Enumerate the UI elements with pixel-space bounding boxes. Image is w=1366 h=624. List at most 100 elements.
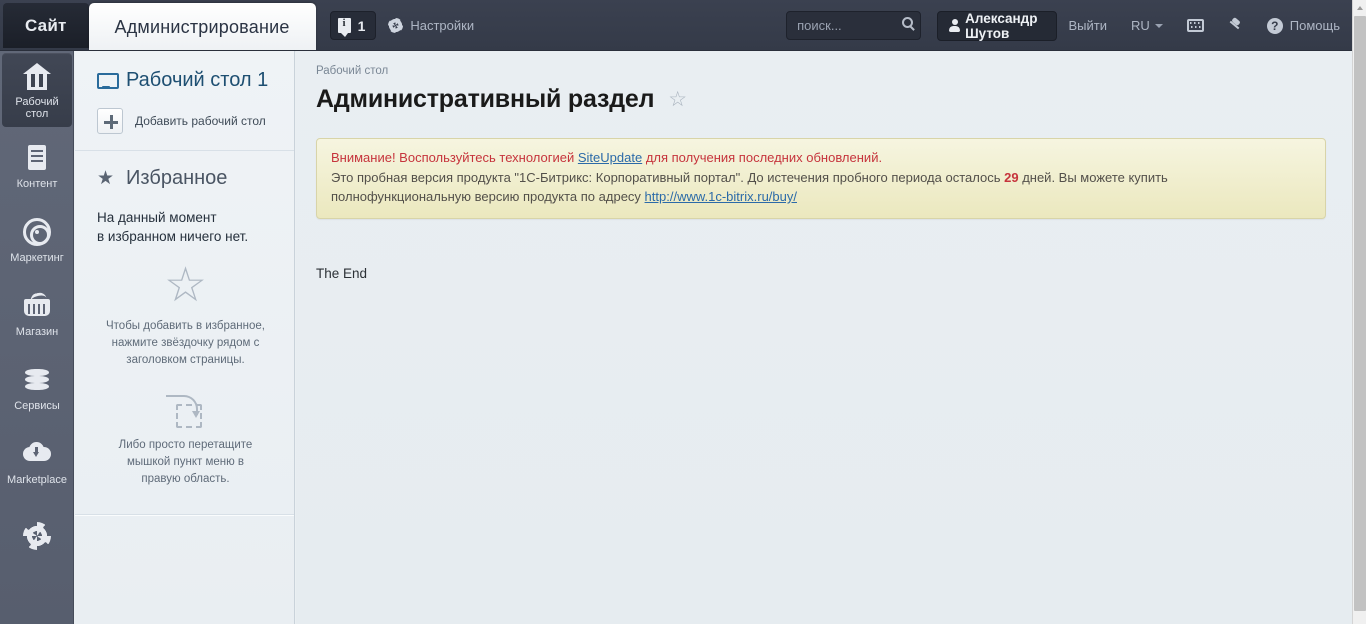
sidebar-item-desktop[interactable]: Рабочий стол bbox=[2, 53, 72, 127]
sidebar-item-services[interactable]: Сервисы bbox=[0, 351, 74, 425]
language-selector[interactable]: RU bbox=[1119, 0, 1175, 51]
help-button[interactable]: ? Помощь bbox=[1255, 0, 1352, 51]
sidebar-item-marketplace[interactable]: Marketplace bbox=[0, 425, 74, 499]
desktop-label-line1: Рабочий bbox=[15, 95, 59, 108]
info-note-icon bbox=[337, 17, 351, 37]
logout-label: Выйти bbox=[1068, 18, 1108, 33]
favorites-panel: Рабочий стол 1 Добавить рабочий стол ★ И… bbox=[75, 51, 295, 624]
sidebar-item-services-label: Сервисы bbox=[14, 399, 60, 412]
left-icon-rail: Рабочий стол Контент Маркетинг Магазин С… bbox=[0, 51, 74, 624]
notice-line1-post: для получения последних обновлений. bbox=[642, 150, 883, 165]
favorites-title-row: ★ Избранное bbox=[97, 167, 274, 190]
scroll-up-arrow[interactable] bbox=[1353, 0, 1366, 16]
desktop-title-row[interactable]: Рабочий стол 1 bbox=[97, 69, 274, 92]
tab-site-label: Сайт bbox=[25, 15, 67, 35]
favorites-title-label: Избранное bbox=[126, 167, 228, 189]
search-box[interactable] bbox=[786, 11, 922, 40]
search-input[interactable] bbox=[786, 11, 922, 40]
tab-site[interactable]: Сайт bbox=[3, 3, 89, 48]
topbar-actions: 1 Настройки bbox=[316, 0, 487, 51]
notification-count: 1 bbox=[357, 17, 366, 34]
tab-administration-label: Администрирование bbox=[114, 16, 290, 37]
search-icon[interactable] bbox=[902, 17, 914, 28]
sidebar-item-marketplace-label: Marketplace bbox=[7, 473, 67, 486]
download-arrow-icon bbox=[33, 446, 40, 459]
sidebar-item-shop[interactable]: Магазин bbox=[0, 277, 74, 351]
add-desktop-button[interactable]: Добавить рабочий стол bbox=[97, 108, 274, 134]
drag-drop-icon bbox=[165, 395, 206, 429]
plus-icon[interactable] bbox=[97, 108, 123, 134]
hint-star-line3: заголовком страницы. bbox=[126, 354, 245, 366]
sidebar-item-desktop-label: Рабочий стол bbox=[15, 96, 58, 120]
siteupdate-link[interactable]: SiteUpdate bbox=[578, 150, 642, 165]
desktop-title-label: Рабочий стол 1 bbox=[126, 69, 269, 91]
pin-button[interactable] bbox=[1216, 0, 1255, 51]
home-icon bbox=[21, 61, 53, 91]
vertical-scrollbar[interactable] bbox=[1352, 0, 1366, 624]
cloud-download-icon bbox=[21, 439, 53, 469]
keyboard-button[interactable] bbox=[1175, 0, 1216, 51]
language-label: RU bbox=[1131, 18, 1150, 33]
sidebar-item-content[interactable]: Контент bbox=[0, 129, 74, 203]
favorites-hint-drag: Либо просто перетащите мышкой пункт меню… bbox=[97, 437, 274, 488]
breadcrumb[interactable]: Рабочий стол bbox=[316, 65, 1326, 77]
tab-administration[interactable]: Администрирование bbox=[88, 3, 316, 51]
chevron-down-icon bbox=[1154, 23, 1163, 28]
help-icon: ? bbox=[1266, 17, 1283, 34]
layer-1 bbox=[25, 368, 49, 376]
sidebar-item-content-label: Контент bbox=[16, 177, 58, 190]
favorites-hint-star: Чтобы добавить в избранное, нажмите звёз… bbox=[97, 318, 274, 369]
hint-drag-line2: мышкой пункт меню в bbox=[126, 456, 245, 468]
favorites-empty-line1: На данный момент bbox=[97, 210, 217, 225]
monitor-icon bbox=[97, 72, 119, 89]
trial-days-left: 29 bbox=[1004, 169, 1019, 185]
layer-3 bbox=[25, 382, 49, 390]
hint-star-line1: Чтобы добавить в избранное, bbox=[106, 320, 265, 332]
hint-star-line2: нажмите звёздочку рядом с bbox=[111, 337, 260, 349]
gear-icon bbox=[388, 18, 404, 33]
notice-line-2: Это пробная версия продукта "1С-Битрикс:… bbox=[331, 168, 1311, 188]
desktop-label-line2: стол bbox=[25, 107, 49, 120]
drop-target-box bbox=[175, 404, 202, 428]
buy-link[interactable]: http://www.1c-bitrix.ru/buy/ bbox=[645, 189, 797, 204]
large-star-icon: ☆ bbox=[163, 259, 208, 312]
main-content: Рабочий стол Административный раздел ☆ В… bbox=[296, 51, 1352, 624]
person-icon bbox=[949, 19, 961, 32]
sidebar-item-marketing-label: Маркетинг bbox=[10, 251, 64, 264]
top-bar: Сайт Администрирование 1 Настройки Алекс… bbox=[0, 0, 1352, 51]
favorites-body: На данный момент в избранном ничего нет.… bbox=[75, 194, 294, 498]
notice-line2-post: дней. Вы можете купить bbox=[1018, 169, 1168, 185]
basket-icon bbox=[21, 290, 53, 321]
user-menu-button[interactable]: Александр Шутов bbox=[937, 10, 1057, 41]
notice-line1-pre: Внимание! Воспользуйтесь технологией bbox=[331, 150, 578, 165]
favorite-star-icon[interactable]: ☆ bbox=[668, 89, 687, 110]
trial-notice: Внимание! Воспользуйтесь технологией Sit… bbox=[316, 138, 1326, 219]
hint-drag-line1: Либо просто перетащите bbox=[118, 439, 253, 451]
notice-line3-pre: полнофункциональную версию продукта по а… bbox=[331, 189, 645, 204]
star-icon: ★ bbox=[97, 168, 115, 189]
topbar-user-group: Александр Шутов Выйти RU ? Помощь bbox=[921, 0, 1352, 51]
hint-drag-line3: правую область. bbox=[141, 473, 230, 485]
sidebar-item-settings[interactable] bbox=[0, 499, 74, 573]
user-name-label: Александр Шутов bbox=[965, 10, 1038, 41]
pin-icon bbox=[1228, 18, 1243, 33]
scrollbar-thumb[interactable] bbox=[1354, 16, 1366, 611]
desktop-section: Рабочий стол 1 Добавить рабочий стол bbox=[75, 51, 294, 151]
sidebar-item-shop-label: Магазин bbox=[15, 325, 59, 338]
settings-label: Настройки bbox=[410, 18, 475, 33]
keyboard-icon bbox=[1186, 19, 1204, 32]
settings-button[interactable]: Настройки bbox=[376, 0, 486, 51]
sidebar-item-marketing[interactable]: Маркетинг bbox=[0, 203, 74, 277]
page-header: Административный раздел ☆ bbox=[316, 85, 1326, 114]
page-title: Административный раздел bbox=[316, 85, 655, 113]
add-desktop-label: Добавить рабочий стол bbox=[135, 114, 266, 128]
notice-line2-pre: Это пробная версия продукта "1С-Битрикс:… bbox=[331, 169, 1005, 185]
layers-icon bbox=[21, 365, 53, 395]
notifications-button[interactable]: 1 bbox=[329, 11, 377, 40]
favorites-empty-line2: в избранном ничего нет. bbox=[97, 229, 249, 244]
logout-button[interactable]: Выйти bbox=[1057, 0, 1120, 51]
help-label: Помощь bbox=[1289, 18, 1340, 33]
favorites-empty-text: На данный момент в избранном ничего нет. bbox=[97, 208, 274, 246]
document-icon bbox=[21, 143, 53, 173]
basket-handle bbox=[29, 290, 47, 302]
